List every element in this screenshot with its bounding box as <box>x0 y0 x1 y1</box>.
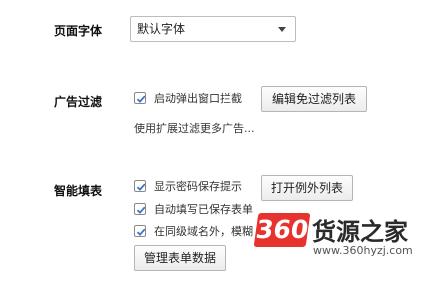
chevron-down-icon <box>278 27 286 32</box>
checkmark-icon <box>136 183 146 191</box>
popup-block-checkbox[interactable] <box>134 92 146 104</box>
fuzzy-domain-checkbox[interactable] <box>134 225 146 237</box>
watermark-logo: 360 <box>253 213 311 247</box>
edit-whitelist-button[interactable]: 编辑免过滤列表 <box>261 86 367 112</box>
font-select[interactable]: 默认字体 <box>130 16 296 42</box>
autofill-saved-checkbox[interactable] <box>134 203 146 215</box>
autofill-saved-label: 自动填写已保存表单 <box>154 203 253 216</box>
watermark-badge-text: 360 <box>254 215 311 244</box>
password-prompt-label: 显示密码保存提示 <box>154 180 242 193</box>
manage-form-data-button[interactable]: 管理表单数据 <box>134 245 226 271</box>
popup-block-label: 启动弹出窗口拦截 <box>154 92 242 105</box>
checkmark-icon <box>136 95 146 103</box>
watermark-url: www.360hyzj.com <box>313 244 413 257</box>
extension-filter-link[interactable]: 使用扩展过滤更多广告... <box>134 120 255 136</box>
fuzzy-domain-label: 在同级域名外，模糊 <box>154 225 253 238</box>
font-section-label: 页面字体 <box>54 24 103 38</box>
password-prompt-checkbox[interactable] <box>134 180 146 192</box>
ads-section-label: 广告过滤 <box>54 95 103 109</box>
open-exceptions-button[interactable]: 打开例外列表 <box>261 175 353 201</box>
autofill-section-label: 智能填表 <box>54 184 103 198</box>
watermark-title: 货源之家 <box>312 217 408 246</box>
checkmark-icon <box>136 206 146 214</box>
checkmark-icon <box>136 228 146 236</box>
font-select-value: 默认字体 <box>137 22 186 36</box>
